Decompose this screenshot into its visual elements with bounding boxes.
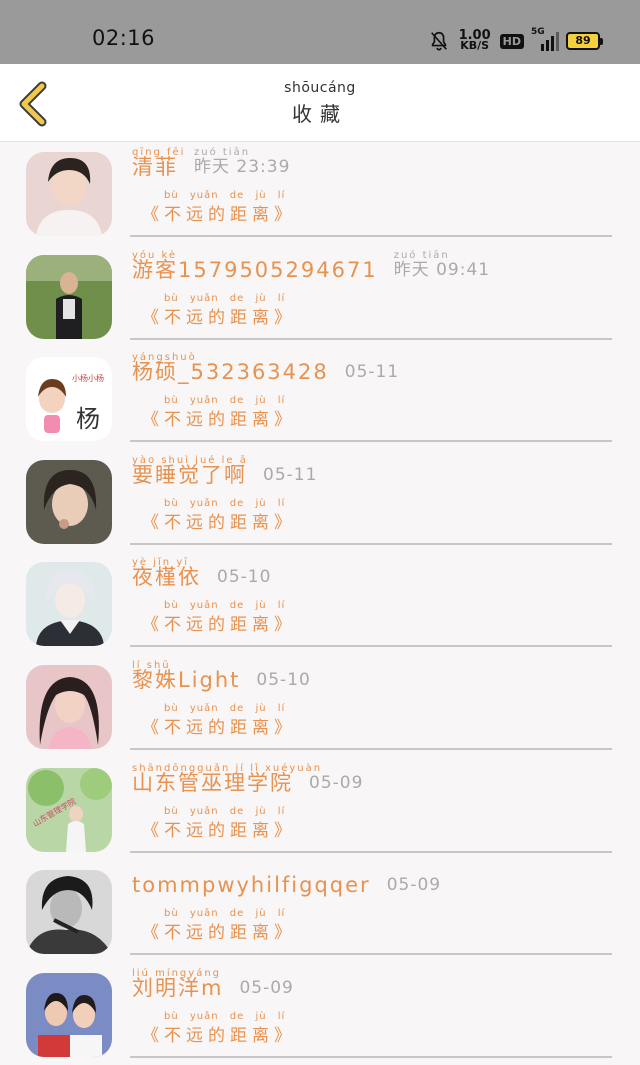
name-pinyin: yángshuò [132,352,197,364]
divider [130,542,612,545]
contact-name: 清菲 [132,155,178,179]
divider [130,440,612,443]
svg-text:小杨小杨: 小杨小杨 [72,373,104,383]
slogan-text: 《不远的距离》 [142,205,296,225]
divider [130,337,612,340]
page-title: shōucáng 收藏 [284,80,356,126]
slogan-pinyin: bù yuǎn de jù lí [164,395,286,407]
status-bar: 02:16 1.00 KB/S HD 5G 89 [0,0,640,64]
item-date: 05-11 [344,362,400,383]
avatar[interactable]: 杨小杨小杨 [26,357,112,442]
slogan-text: 《不远的距离》 [142,717,296,738]
name-pinyin: lí shū [132,659,171,671]
contact-name: 游客1579505294671 [132,257,378,282]
contact-name: 黎姝Light [132,667,241,692]
slogan-text: 《不远的距离》 [142,512,296,533]
contact-name: 山东管巫理学院 [132,770,293,795]
divider [130,645,612,648]
slogan-pinyin: bù yuǎn de jù lí [164,805,286,817]
slogan-pinyin: bù yuǎn de jù lí [164,497,286,509]
slogan-pinyin: bù yuǎn de jù lí [164,908,286,920]
item-date: 05-11 [263,464,318,485]
slogan-text: 《不远的距离》 [142,307,296,328]
list-item[interactable]: yóu kè 游客1579505294671 zuó tiān 昨天 09:41… [0,245,640,348]
list-item[interactable]: liú míngyáng 刘明洋m 05-09 bù yuǎn de jù lí… [0,963,640,1065]
avatar[interactable]: 山东管理学院 [26,767,112,852]
divider [130,235,612,237]
slogan-pinyin: bù yuǎn de jù lí [164,190,286,201]
avatar[interactable] [26,972,112,1057]
contact-name: tommpwyhilfigqqer [132,873,371,898]
item-date: 05-09 [239,977,294,998]
item-date: 昨天 23:39 [194,157,291,177]
divider [130,850,612,853]
battery-icon: 89 [566,32,603,50]
date-pinyin: zuó tiān [393,249,450,261]
slogan-pinyin: bù yuǎn de jù lí [164,702,286,714]
name-pinyin: shāndōngguǎn jí lǐ xuéyuàn [132,762,323,774]
hd-badge: HD [499,33,524,49]
signal-icon: 5G [531,27,559,51]
list-item[interactable]: 山东管理学院 shāndōngguǎn jí lǐ xuéyuàn 山东管巫理学… [0,758,640,861]
avatar[interactable] [26,664,112,749]
date-pinyin: zuó tiān [194,147,251,158]
list-item[interactable]: tommpwyhilfigqqer 05-09 bù yuǎn de jù lí… [0,860,640,963]
divider [130,953,612,956]
contact-name: 夜槿依 [132,565,201,590]
slogan-text: 《不远的距离》 [142,923,296,944]
list-item[interactable]: lí shū 黎姝Light 05-10 bù yuǎn de jù lí 《不… [0,655,640,758]
item-date: 昨天 09:41 [393,259,491,280]
favorites-list: qīng fēi 清菲 zuó tiān 昨天 23:39 bù yuǎn de… [0,142,640,1065]
list-item[interactable]: yào shuì jué le ā 要睡觉了啊 05-11 bù yuǎn de… [0,450,640,553]
item-date: 05-09 [309,772,364,793]
item-date: 05-10 [217,567,272,588]
item-date: 05-09 [386,875,442,896]
name-pinyin: yóu kè [132,249,178,261]
contact-name: 刘明洋m [132,975,224,1000]
list-item[interactable]: qīng fēi 清菲 zuó tiān 昨天 23:39 bù yuǎn de… [0,142,640,245]
contact-name: 杨硕_532363428 [132,360,329,385]
mute-bell-icon [430,31,447,51]
name-pinyin: liú míngyáng [132,967,222,979]
item-date: 05-10 [256,669,311,690]
slogan-pinyin: bù yuǎn de jù lí [164,600,286,612]
slogan-text: 《不远的距离》 [142,615,296,636]
slogan-text: 《不远的距离》 [142,410,296,431]
status-time: 02:16 [92,26,156,50]
avatar[interactable] [26,152,112,236]
avatar[interactable] [26,562,112,647]
name-pinyin: yè jǐn yī [132,557,190,569]
divider [130,747,612,750]
avatar[interactable] [26,870,112,955]
slogan-pinyin: bù yuǎn de jù lí [164,1010,286,1022]
avatar[interactable] [26,459,112,544]
slogan-text: 《不远的距离》 [142,820,296,841]
list-item[interactable]: yè jǐn yī 夜槿依 05-10 bù yuǎn de jù lí 《不远… [0,552,640,655]
top-nav: shōucáng 收藏 [0,64,640,142]
svg-text:杨: 杨 [76,405,100,433]
slogan-pinyin: bù yuǎn de jù lí [164,292,286,304]
contact-name: 要睡觉了啊 [132,462,247,487]
avatar[interactable] [26,254,112,339]
name-pinyin: yào shuì jué le ā [132,454,248,466]
list-item[interactable]: 杨 小杨小杨 yángshuò 杨硕_532363428 05-11 bù yuǎ… [0,347,640,450]
net-speed: 1.00 KB/S [458,28,491,52]
slogan-text: 《不远的距离》 [142,1025,296,1046]
name-pinyin: qīng fēi [132,147,186,158]
divider [130,1055,612,1058]
